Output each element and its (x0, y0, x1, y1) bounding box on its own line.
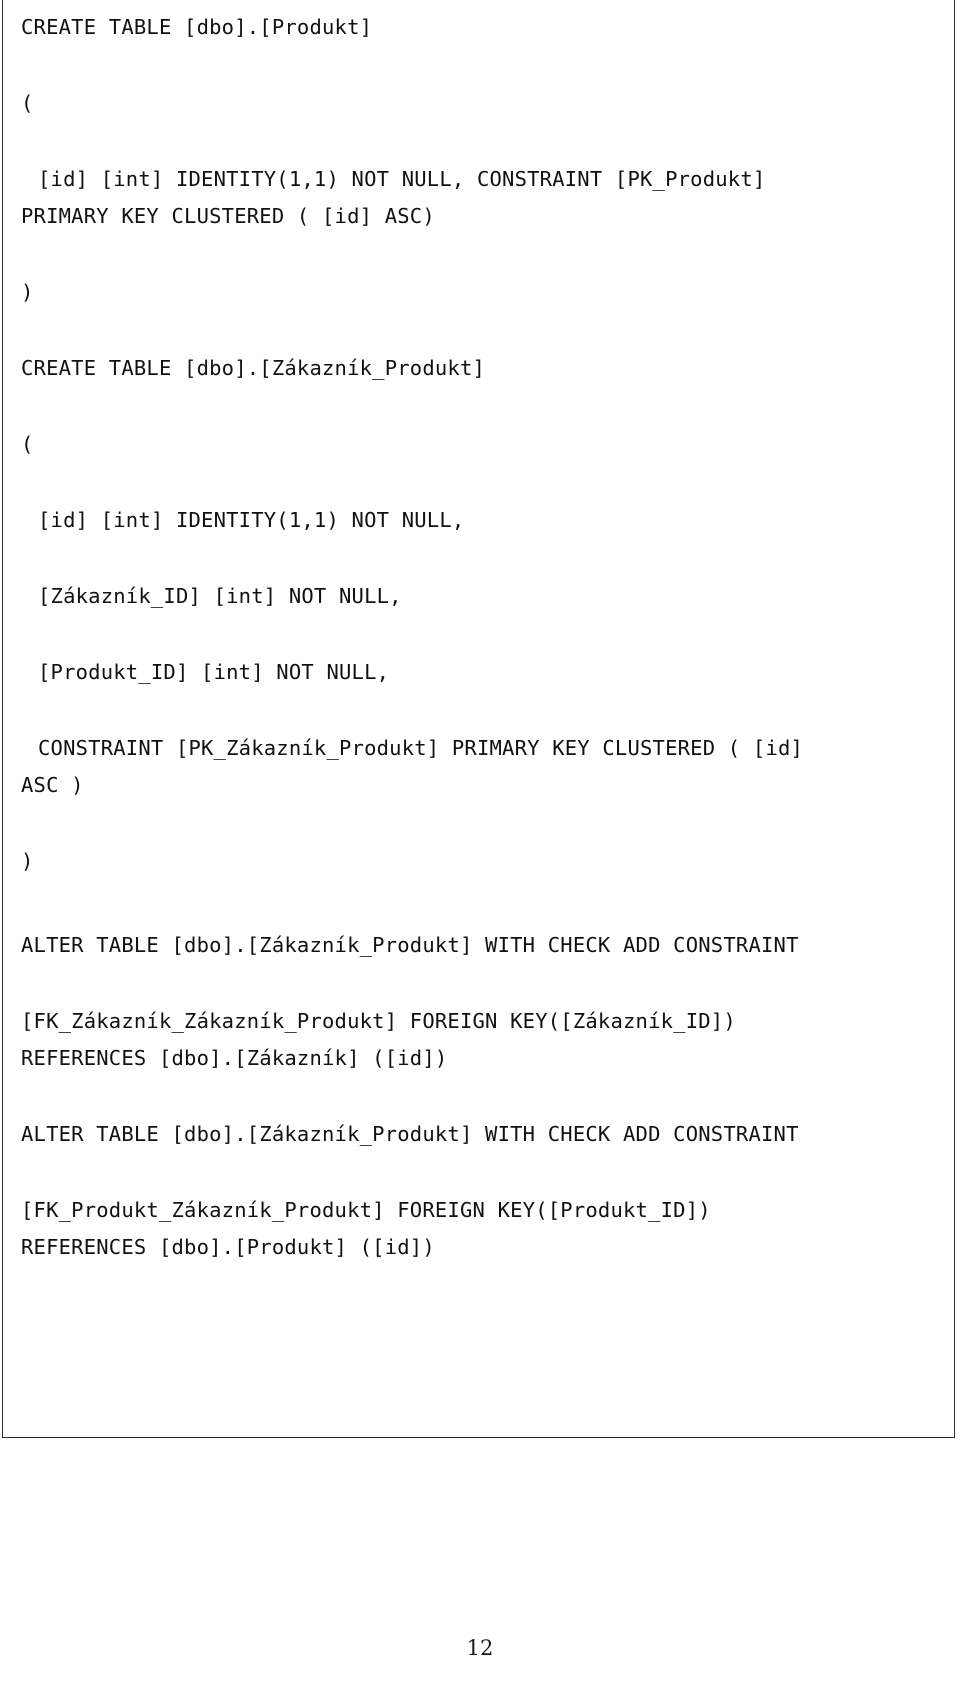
code-block-gap (21, 880, 940, 926)
code-line: ( (21, 91, 34, 115)
code-line: CREATE TABLE [dbo].[Produkt] (21, 15, 373, 39)
page-number: 12 (466, 1636, 494, 1660)
code-block-create-table-zakaznik-produkt: CREATE TABLE [dbo].[Zákazník_Produkt] ( [i… (21, 349, 940, 880)
code-line: [FK_Zákazník_Zákazník_Produkt] FOREIGN K… (21, 1009, 736, 1033)
code-listing: CREATE TABLE [dbo].[Produkt] ( [id] [int] … (21, 8, 940, 1266)
code-line: [id] [int] IDENTITY(1,1) NOT NULL, CONST… (38, 167, 766, 191)
code-line: ALTER TABLE [dbo].[Zákazník_Produkt] WIT… (21, 1122, 799, 1146)
code-line: ALTER TABLE [dbo].[Zákazník_Produkt] WIT… (21, 933, 799, 957)
code-line: [FK_Produkt_Zákazník_Produkt] FOREIGN KE… (21, 1198, 711, 1222)
code-line: [Zákazník_ID] [int] NOT NULL, (38, 584, 402, 608)
code-line: ) (21, 849, 34, 873)
code-line: CREATE TABLE [dbo].[Zákazník_Produkt] (21, 356, 486, 380)
code-block-alter-table-fk-produkt: ALTER TABLE [dbo].[Zákazník_Produkt] WIT… (21, 1115, 940, 1266)
code-line: [id] [int] IDENTITY(1,1) NOT NULL, (38, 508, 465, 532)
code-line: ) (21, 280, 34, 304)
code-line: ( (21, 432, 34, 456)
code-line: REFERENCES [dbo].[Zákazník] ([id]) (21, 1046, 448, 1070)
code-block-create-table-produkt: CREATE TABLE [dbo].[Produkt] ( [id] [int] … (21, 8, 940, 311)
code-line: PRIMARY KEY CLUSTERED ( [id] ASC) (21, 204, 435, 228)
code-line: CONSTRAINT [PK_Zákazník_Produkt] PRIMARY… (38, 736, 804, 760)
code-line: ASC ) (21, 773, 84, 797)
code-line: REFERENCES [dbo].[Produkt] ([id]) (21, 1235, 435, 1259)
code-block-gap (21, 311, 940, 349)
code-listing-frame: CREATE TABLE [dbo].[Produkt] ( [id] [int] … (2, 0, 955, 1438)
code-block-alter-table-fk-zakaznik: ALTER TABLE [dbo].[Zákazník_Produkt] WIT… (21, 926, 940, 1077)
code-line: [Produkt_ID] [int] NOT NULL, (38, 660, 390, 684)
code-block-gap (21, 1077, 940, 1115)
